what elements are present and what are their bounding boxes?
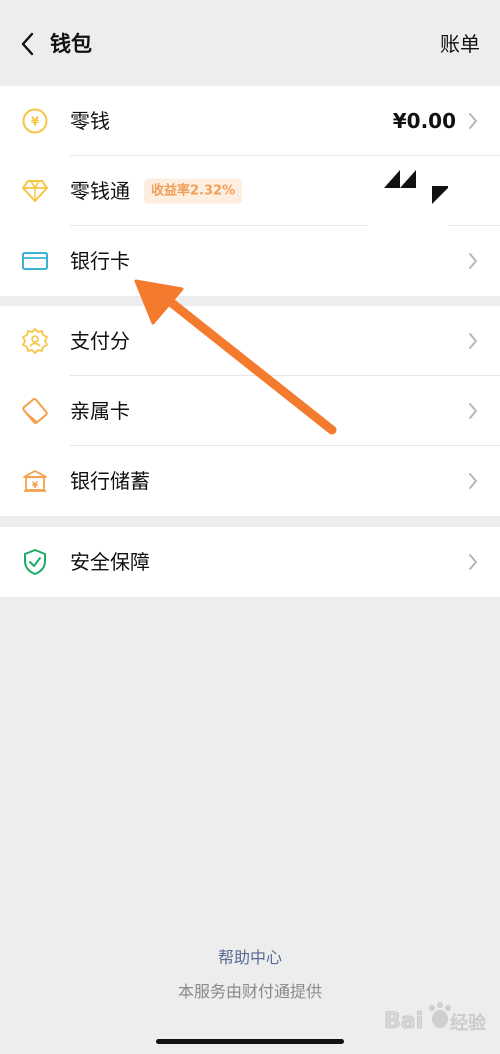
svg-text:¥: ¥ bbox=[32, 481, 39, 491]
bank-savings-icon: ¥ bbox=[20, 466, 50, 496]
list-item-bank-savings[interactable]: ¥ 银行储蓄 bbox=[0, 446, 500, 516]
baidu-jingyan-watermark: Bai 经验 bbox=[384, 998, 494, 1038]
list-item-label: 银行储蓄 bbox=[70, 469, 150, 493]
list-item-label: 银行卡 bbox=[70, 249, 130, 273]
wallet-group-services: 支付分 亲属卡 ¥ 银行储蓄 bbox=[0, 306, 500, 516]
nav-bar: 钱包 账单 bbox=[0, 0, 500, 86]
coin-yen-icon: ¥ bbox=[20, 106, 50, 136]
svg-text:Bai: Bai bbox=[384, 1009, 423, 1034]
chevron-right-icon bbox=[466, 110, 480, 132]
chevron-right-icon bbox=[466, 330, 480, 352]
svg-text:¥: ¥ bbox=[31, 115, 40, 129]
yield-rate-badge: 收益率2.32% bbox=[144, 178, 243, 204]
list-item-bank-card[interactable]: 银行卡 bbox=[0, 226, 500, 296]
list-item-label: 安全保障 bbox=[70, 550, 150, 574]
back-button[interactable] bbox=[10, 24, 44, 64]
list-item-family-card[interactable]: 亲属卡 bbox=[0, 376, 500, 446]
chevron-right-icon bbox=[466, 470, 480, 492]
bank-card-icon bbox=[20, 246, 50, 276]
list-item-pay-score[interactable]: 支付分 bbox=[0, 306, 500, 376]
home-indicator bbox=[156, 1039, 344, 1044]
list-item-label: 支付分 bbox=[70, 329, 130, 353]
rendering-artifact bbox=[368, 156, 450, 228]
diamond-icon bbox=[20, 176, 50, 206]
list-item-label: 亲属卡 bbox=[70, 399, 130, 423]
chevron-right-icon bbox=[466, 250, 480, 272]
page-title: 钱包 bbox=[50, 32, 92, 56]
list-item-label: 零钱 bbox=[70, 109, 110, 133]
balance-value: ¥0.00 bbox=[392, 109, 456, 133]
chevron-right-icon bbox=[466, 400, 480, 422]
family-card-icon bbox=[20, 396, 50, 426]
bill-button[interactable]: 账单 bbox=[440, 30, 480, 58]
help-center-link[interactable]: 帮助中心 bbox=[0, 947, 500, 969]
list-item-label: 零钱通 bbox=[70, 179, 130, 203]
shield-check-icon bbox=[20, 547, 50, 577]
list-item-security[interactable]: 安全保障 bbox=[0, 527, 500, 597]
chevron-left-icon bbox=[21, 32, 34, 56]
wallet-group-security: 安全保障 bbox=[0, 527, 500, 597]
pay-score-badge-icon bbox=[20, 326, 50, 356]
svg-text:经验: 经验 bbox=[450, 1013, 486, 1034]
list-item-change[interactable]: ¥ 零钱 ¥0.00 bbox=[0, 86, 500, 156]
chevron-right-icon bbox=[466, 551, 480, 573]
